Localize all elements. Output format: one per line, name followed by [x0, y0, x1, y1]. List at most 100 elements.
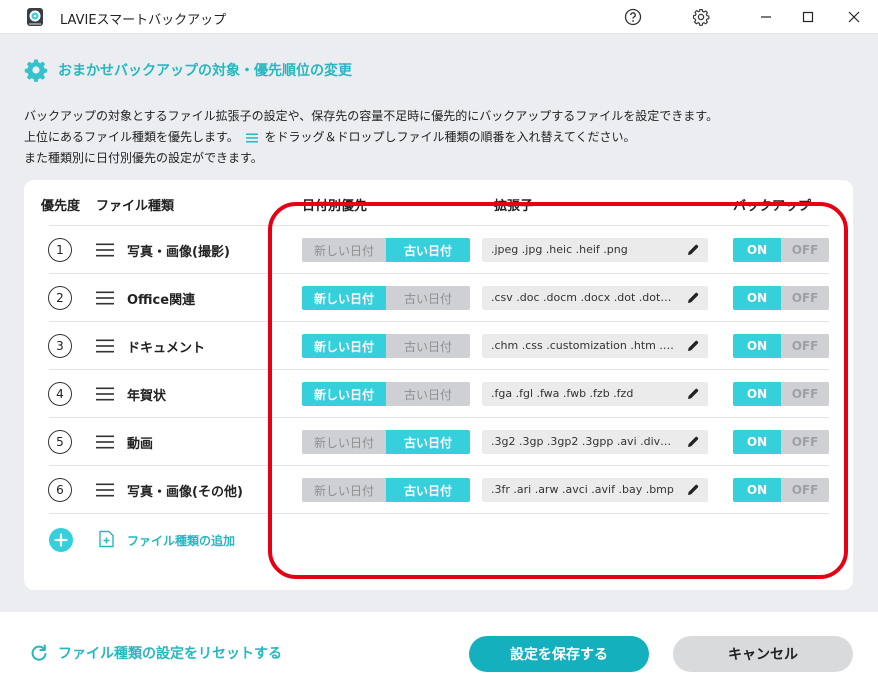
pencil-icon[interactable]: [686, 483, 700, 497]
description-line-1: バックアップの対象とするファイル拡張子の設定や、保存先の容量不足時に優先的にバッ…: [24, 109, 719, 123]
backup-off-option[interactable]: OFF: [781, 478, 829, 502]
extension-field[interactable]: .jpeg .jpg .heic .heif .png: [482, 238, 708, 262]
row-divider: [49, 513, 829, 514]
extension-list: .3fr .ari .arw .avci .avif .bay .bmp: [491, 483, 674, 496]
reset-label: ファイル種類の設定をリセットする: [58, 646, 282, 662]
date-old-option[interactable]: 古い日付: [386, 286, 470, 310]
reset-link[interactable]: ファイル種類の設定をリセットする: [30, 643, 282, 663]
table-row: 4 年賀状 新しい日付 古い日付 .fga .fgl .fwa .fwb .fzb .f…: [24, 370, 853, 418]
close-button[interactable]: [834, 0, 874, 34]
table-row: 1 写真・画像(撮影) 新しい日付 古い日付 .jpeg .jpg .heic .hei…: [24, 226, 853, 274]
backup-off-option[interactable]: OFF: [781, 238, 829, 262]
date-new-option[interactable]: 新しい日付: [302, 238, 386, 262]
pencil-icon[interactable]: [686, 387, 700, 401]
maximize-button[interactable]: [788, 0, 828, 34]
help-button[interactable]: [613, 0, 653, 34]
add-file-type-link[interactable]: ファイル種類の追加: [127, 532, 235, 549]
date-priority-toggle: 新しい日付 古い日付: [302, 334, 470, 358]
extension-list: .fga .fgl .fwa .fwb .fzb .fzd: [491, 387, 634, 400]
cancel-button[interactable]: キャンセル: [673, 636, 853, 672]
close-icon: [848, 11, 860, 23]
table-row: 2 Office関連 新しい日付 古い日付 .csv .doc .docm .docx …: [24, 274, 853, 322]
add-file-icon[interactable]: [98, 530, 115, 548]
settings-button[interactable]: [681, 0, 721, 34]
file-type-name: 年賀状: [127, 389, 167, 404]
drag-handle-icon[interactable]: [96, 243, 114, 257]
backup-off-option[interactable]: OFF: [781, 382, 829, 406]
header-date-priority: 日付別優先: [302, 199, 368, 214]
help-icon: [624, 8, 642, 26]
add-file-type-button[interactable]: [49, 528, 73, 552]
date-priority-toggle: 新しい日付 古い日付: [302, 238, 470, 262]
date-new-option[interactable]: 新しい日付: [302, 430, 386, 454]
backup-on-option[interactable]: ON: [733, 286, 781, 310]
date-priority-toggle: 新しい日付 古い日付: [302, 478, 470, 502]
backup-on-option[interactable]: ON: [733, 382, 781, 406]
date-priority-toggle: 新しい日付 古い日付: [302, 382, 470, 406]
backup-off-option[interactable]: OFF: [781, 334, 829, 358]
pencil-icon[interactable]: [686, 339, 700, 353]
pencil-icon[interactable]: [686, 291, 700, 305]
priority-number: 4: [48, 382, 72, 406]
backup-on-option[interactable]: ON: [733, 478, 781, 502]
page-title: おまかせバックアップの対象・優先順位の変更: [58, 63, 352, 79]
priority-number: 2: [48, 286, 72, 310]
drag-handle-icon[interactable]: [96, 339, 114, 353]
table-row: 5 動画 新しい日付 古い日付 .3g2 .3gp .3gp2 .3gpp .avi .…: [24, 418, 853, 466]
date-new-option[interactable]: 新しい日付: [302, 382, 386, 406]
drag-handle-icon[interactable]: [96, 387, 114, 401]
save-button[interactable]: 設定を保存する: [469, 636, 649, 672]
date-old-option[interactable]: 古い日付: [386, 334, 470, 358]
drag-handle-icon[interactable]: [96, 291, 114, 305]
file-type-name: 動画: [127, 437, 154, 452]
drag-handle-icon: [245, 133, 258, 142]
footer: ファイル種類の設定をリセットする 設定を保存する キャンセル: [0, 612, 878, 697]
date-old-option[interactable]: 古い日付: [386, 478, 470, 502]
priority-number: 5: [48, 430, 72, 454]
gear-icon: [24, 59, 48, 82]
page-header: おまかせバックアップの対象・優先順位の変更: [24, 58, 352, 82]
title-bar: LAVIEスマートバックアップ: [0, 0, 878, 34]
file-type-name: 写真・画像(撮影): [127, 245, 230, 260]
app-logo-icon: [27, 8, 43, 26]
header-priority: 優先度: [41, 199, 81, 214]
backup-off-option[interactable]: OFF: [781, 286, 829, 310]
backup-on-option[interactable]: ON: [733, 238, 781, 262]
backup-toggle: ON OFF: [733, 238, 829, 262]
backup-toggle: ON OFF: [733, 286, 829, 310]
backup-toggle: ON OFF: [733, 334, 829, 358]
extension-list: .csv .doc .docm .docx .dot .dotm .dotx: [491, 291, 677, 304]
extension-list: .jpeg .jpg .heic .heif .png: [491, 243, 628, 256]
extension-field[interactable]: .fga .fgl .fwa .fwb .fzb .fzd: [482, 382, 708, 406]
date-old-option[interactable]: 古い日付: [386, 238, 470, 262]
backup-on-option[interactable]: ON: [733, 430, 781, 454]
extension-field[interactable]: .chm .css .customization .htm .html: [482, 334, 708, 358]
date-new-option[interactable]: 新しい日付: [302, 334, 386, 358]
file-type-name: ドキュメント: [127, 341, 206, 356]
file-type-name: Office関連: [127, 293, 196, 308]
pencil-icon[interactable]: [686, 243, 700, 257]
priority-number: 3: [48, 334, 72, 358]
extension-field[interactable]: .3fr .ari .arw .avci .avif .bay .bmp: [482, 478, 708, 502]
backup-toggle: ON OFF: [733, 430, 829, 454]
maximize-icon: [802, 11, 814, 23]
date-old-option[interactable]: 古い日付: [386, 430, 470, 454]
extension-list: .chm .css .customization .htm .html: [491, 339, 677, 352]
pencil-icon[interactable]: [686, 435, 700, 449]
extension-field[interactable]: .3g2 .3gp .3gp2 .3gpp .avi .divx .flv: [482, 430, 708, 454]
date-new-option[interactable]: 新しい日付: [302, 286, 386, 310]
priority-number: 6: [48, 478, 72, 502]
backup-on-option[interactable]: ON: [733, 334, 781, 358]
date-old-option[interactable]: 古い日付: [386, 382, 470, 406]
extension-list: .3g2 .3gp .3gp2 .3gpp .avi .divx .flv: [491, 435, 677, 448]
minimize-button[interactable]: [746, 0, 786, 34]
backup-off-option[interactable]: OFF: [781, 430, 829, 454]
table-row: 6 写真・画像(その他) 新しい日付 古い日付 .3fr .ari .arw .avci…: [24, 466, 853, 514]
extension-field[interactable]: .csv .doc .docm .docx .dot .dotm .dotx: [482, 286, 708, 310]
minimize-icon: [761, 16, 771, 18]
date-new-option[interactable]: 新しい日付: [302, 478, 386, 502]
drag-handle-icon[interactable]: [96, 435, 114, 449]
drag-handle-icon[interactable]: [96, 483, 114, 497]
backup-toggle: ON OFF: [733, 478, 829, 502]
refresh-icon: [31, 644, 47, 661]
